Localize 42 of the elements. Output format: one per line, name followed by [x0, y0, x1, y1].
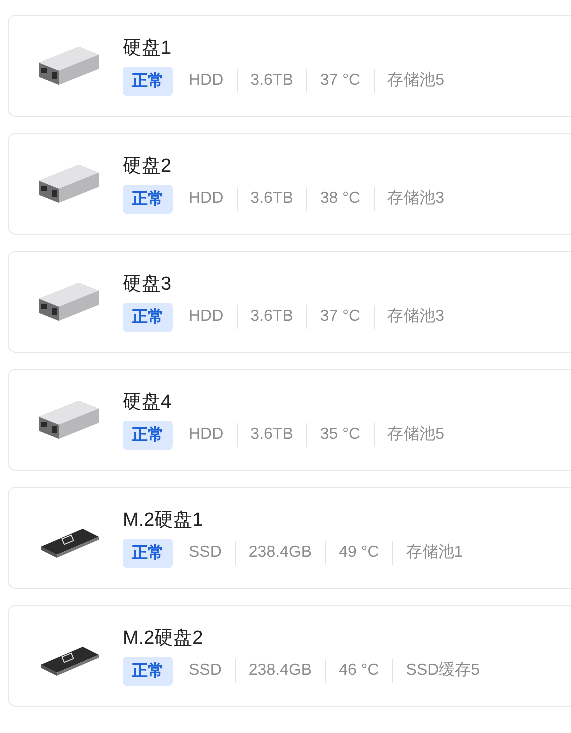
disk-name: 硬盘1: [123, 36, 173, 60]
disk-card[interactable]: 硬盘3 正常 HDD 3.6TB 37 °C 存储池3: [8, 251, 571, 353]
disk-spec: HDD: [188, 307, 225, 327]
disk-spec: SSD缓存5: [392, 659, 494, 683]
disk-name: 硬盘4: [123, 390, 173, 414]
disk-spec: SSD: [188, 543, 223, 563]
disk-card[interactable]: 硬盘4 正常 HDD 3.6TB 35 °C 存储池5: [8, 369, 571, 471]
disk-spec: SSD: [188, 661, 223, 681]
disk-spec: 238.4GB: [234, 541, 326, 565]
disk-spec: 37 °C: [306, 69, 374, 93]
disk-card[interactable]: M.2硬盘1 正常 SSD 238.4GB 49 °C 存储池1: [8, 487, 571, 589]
disk-spec: 238.4GB: [234, 659, 326, 683]
status-badge: 正常: [123, 538, 173, 568]
disk-spec: 3.6TB: [236, 423, 306, 447]
disk-spec: 3.6TB: [236, 305, 306, 329]
status-badge: 正常: [123, 184, 173, 214]
disk-name: M.2硬盘2: [123, 626, 204, 650]
status-badge: 正常: [123, 66, 173, 96]
disk-name: 硬盘3: [123, 272, 173, 296]
disk-spec: 存储池3: [374, 305, 458, 329]
disk-spec: 存储池5: [374, 69, 458, 93]
disk-name: M.2硬盘1: [123, 508, 204, 532]
disk-spec: 3.6TB: [236, 69, 306, 93]
disk-spec: 3.6TB: [236, 187, 306, 211]
status-badge: 正常: [123, 656, 173, 686]
disk-spec: HDD: [188, 71, 225, 91]
disk-card[interactable]: M.2硬盘2 正常 SSD 238.4GB 46 °C SSD缓存5: [8, 605, 571, 707]
status-badge: 正常: [123, 420, 173, 450]
disk-spec: 存储池5: [374, 423, 458, 447]
disk-card[interactable]: 硬盘2 正常 HDD 3.6TB 38 °C 存储池3: [8, 133, 571, 235]
disk-card[interactable]: 硬盘1 正常 HDD 3.6TB 37 °C 存储池5: [8, 15, 571, 117]
disk-spec: 46 °C: [325, 659, 392, 683]
status-badge: 正常: [123, 302, 173, 332]
disk-spec: HDD: [188, 189, 225, 209]
disk-spec: 存储池1: [392, 541, 476, 565]
disk-spec: 49 °C: [325, 541, 392, 565]
disk-spec: HDD: [188, 425, 225, 445]
disk-name: 硬盘2: [123, 154, 173, 178]
disk-spec: 38 °C: [306, 187, 374, 211]
disk-spec: 37 °C: [306, 305, 374, 329]
disk-spec: 存储池3: [374, 187, 458, 211]
disk-spec: 35 °C: [306, 423, 374, 447]
